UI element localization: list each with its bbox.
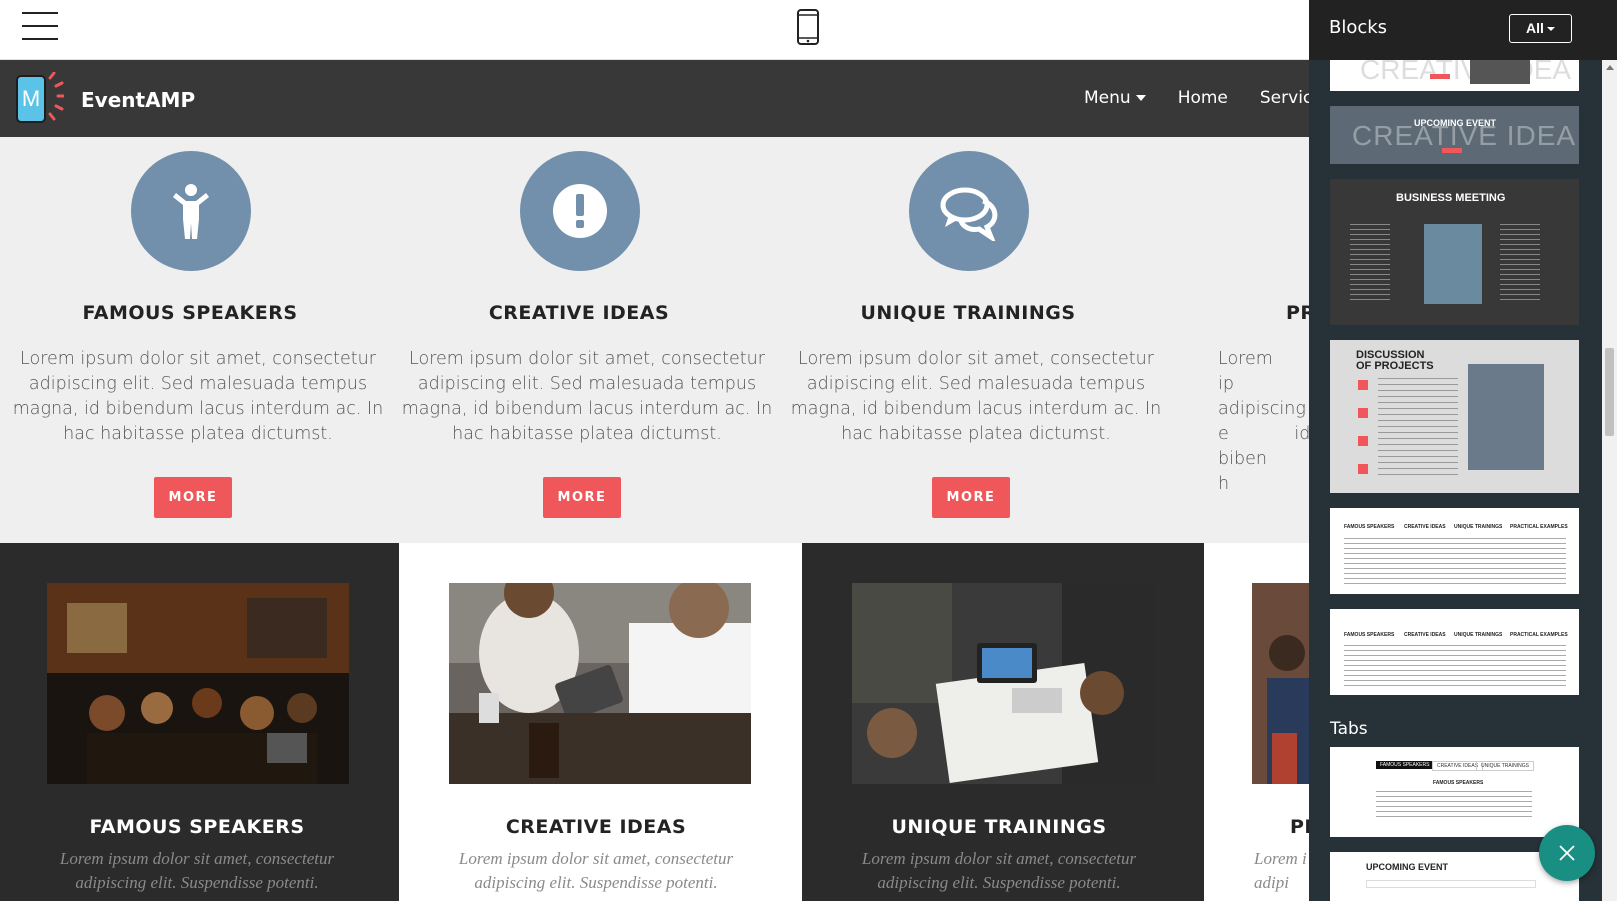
thumb-col-title: UNIQUE TRAININGS [1454, 524, 1503, 530]
thumb-photo [1470, 60, 1530, 84]
site-navbar: M EventAMP Menu Home Services [0, 60, 1332, 137]
thumb-text-lines [1376, 791, 1532, 817]
feature-text: Lorem ipsum dolor sit amet, consectetur … [12, 349, 384, 444]
blocks-panel: Blocks All CREATIVE IDEA CREATIVE IDEA U… [1309, 0, 1617, 901]
hamburger-icon[interactable] [22, 12, 58, 40]
nav-menu: Menu Home Services [1084, 88, 1332, 108]
card-text: Lorem ipsum dolor sit amet, consectetur … [59, 849, 335, 892]
event-photo [1252, 583, 1309, 784]
card-text: Lorem i adipi [1254, 849, 1307, 892]
block-thumbnail[interactable]: FAMOUS SPEAKERS CREATIVE IDEAS UNIQUE TR… [1330, 609, 1579, 695]
card-title: UNIQUE TRAININGS [891, 816, 1107, 838]
thumb-text-lines [1500, 224, 1540, 304]
card: UNIQUE TRAININGS Lorem ipsum dolor sit a… [802, 543, 1204, 901]
caret-down-icon [1546, 27, 1555, 32]
card-title: FAMOUS SPEAKERS [89, 816, 305, 838]
thumb-col-title: FAMOUS SPEAKERS [1344, 632, 1395, 638]
panel-scrollbar[interactable] [1602, 60, 1617, 901]
feature-text: Lorem ipsum dolor sit amet, consectetur … [790, 349, 1162, 444]
more-button[interactable]: MORE [932, 477, 1010, 518]
thumb-bullet-icon [1358, 464, 1368, 474]
thumb-bg-text: CREATIVE IDEA [1360, 60, 1572, 85]
thumb-bullet-icon [1358, 408, 1368, 418]
card-text: Lorem ipsum dolor sit amet, consectetur … [861, 849, 1137, 892]
brand-logo-icon[interactable]: M [14, 72, 64, 126]
feature-title: CREATIVE IDEAS [488, 302, 670, 324]
thumb-button [1442, 148, 1462, 153]
thumb-button [1430, 74, 1450, 79]
feature-title: FAMOUS SPEAKERS [82, 302, 298, 324]
block-thumbnail[interactable]: CREATIVE IDEA [1330, 60, 1579, 91]
thumb-tab: UNIQUE TRAININGS [1476, 761, 1534, 771]
filter-dropdown[interactable]: All [1509, 14, 1572, 43]
block-thumbnail[interactable]: FAMOUS SPEAKERS CREATIVE IDEAS UNIQUE TR… [1330, 508, 1579, 594]
feature-title: UNIQUE TRAININGS [860, 302, 1076, 324]
brand-name[interactable]: EventAMP [81, 88, 195, 112]
block-thumbnail[interactable]: FAMOUS SPEAKERS CREATIVE IDEAS UNIQUE TR… [1330, 747, 1579, 837]
nav-item-menu-label: Menu [1084, 88, 1131, 108]
section-heading-tabs: Tabs [1330, 719, 1368, 739]
thumb-text-lines [1344, 538, 1566, 584]
close-fab-button[interactable] [1539, 825, 1595, 881]
thumb-text-lines [1344, 645, 1566, 687]
more-button[interactable]: MORE [543, 477, 621, 518]
event-photo [852, 583, 1154, 784]
thumb-col-title: FAMOUS SPEAKERS [1344, 524, 1395, 530]
scrollbar-thumb[interactable] [1605, 348, 1614, 436]
thumb-col-title: CREATIVE IDEAS [1404, 524, 1446, 530]
icon-circle [909, 151, 1029, 271]
thumb-text-lines [1378, 378, 1458, 478]
card-title: CREATIVE IDEAS [505, 816, 687, 838]
svg-text:M: M [22, 86, 40, 111]
block-thumbnail[interactable]: CREATIVE IDEA UPCOMING EVENT [1330, 106, 1579, 164]
card: FAMOUS SPEAKERS Lorem ipsum dolor sit am… [0, 543, 399, 901]
panel-title: Blocks [1329, 17, 1388, 38]
thumb-col-title: UNIQUE TRAININGS [1454, 632, 1503, 638]
event-photo [47, 583, 349, 784]
feature-title: PR [1286, 302, 1309, 324]
caret-down-icon [1135, 95, 1146, 101]
panel-header: Blocks All [1309, 0, 1617, 60]
editor-toolbar [0, 0, 1309, 60]
event-photo [449, 583, 751, 784]
thumb-text-lines [1350, 224, 1390, 304]
child-icon [173, 184, 209, 239]
thumb-bullet-icon [1358, 436, 1368, 446]
feature-text-fragment: Lorem ip adipiscing e id biben h [1218, 349, 1309, 494]
mobile-phone-icon[interactable] [797, 9, 819, 45]
thumb-title: DISCUSSION OF PROJECTS [1356, 349, 1434, 372]
card: CREATIVE IDEAS Lorem ipsum dolor sit ame… [399, 543, 802, 901]
feature-text: Lorem ipsum dolor sit amet, consectetur … [401, 349, 773, 444]
card-text: Lorem ipsum dolor sit amet, consectetur … [458, 849, 734, 892]
icon-circle [131, 151, 251, 271]
nav-item-menu[interactable]: Menu [1084, 88, 1146, 108]
block-thumbnail[interactable]: BUSINESS MEETING [1330, 179, 1579, 325]
features-section: FAMOUS SPEAKERS Lorem ipsum dolor sit am… [0, 137, 1309, 543]
thumb-title: FAMOUS SPEAKERS [1433, 780, 1484, 786]
close-icon [1559, 845, 1575, 861]
thumb-field [1366, 880, 1536, 888]
thumb-tab: FAMOUS SPEAKERS [1376, 761, 1434, 769]
block-thumbnail[interactable]: DISCUSSION OF PROJECTS [1330, 340, 1579, 493]
feature-text: Lorem ip adipiscing e id biben h [1175, 347, 1309, 497]
chat-bubbles-icon [940, 187, 998, 241]
cards-section: FAMOUS SPEAKERS Lorem ipsum dolor sit am… [0, 543, 1309, 901]
nav-item-home[interactable]: Home [1178, 88, 1228, 108]
thumb-col-title: CREATIVE IDEAS [1404, 632, 1446, 638]
thumb-title: UPCOMING EVENT [1366, 862, 1449, 872]
thumb-bullet-icon [1358, 380, 1368, 390]
exclamation-icon [553, 184, 607, 238]
scroll-up-arrow-icon[interactable] [1606, 65, 1614, 70]
thumb-title: BUSINESS MEETING [1396, 192, 1506, 204]
filter-value: All [1526, 20, 1544, 36]
thumb-col-title: PRACTICAL EXAMPLES [1510, 524, 1568, 530]
thumb-photo [1424, 224, 1482, 304]
card-title: PR [1290, 816, 1309, 838]
card: PR Lorem i adipi [1204, 543, 1309, 901]
thumb-col-title: PRACTICAL EXAMPLES [1510, 632, 1568, 638]
icon-circle [520, 151, 640, 271]
thumb-photo [1468, 364, 1544, 470]
thumb-title: UPCOMING EVENT [1414, 118, 1497, 128]
more-button[interactable]: MORE [154, 477, 232, 518]
